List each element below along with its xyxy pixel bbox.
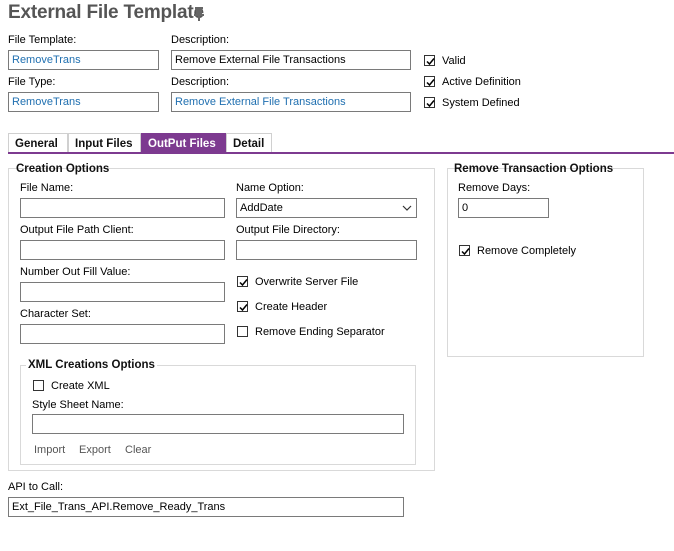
tab-input-files[interactable]: Input Files [68, 133, 141, 153]
checkmark-icon [426, 79, 435, 87]
checkmark-icon [239, 279, 248, 287]
page-title: External File Template [8, 2, 204, 23]
remove-ending-separator-checkbox[interactable] [237, 326, 248, 337]
overwrite-server-file-label: Overwrite Server File [255, 276, 359, 288]
output-path-client-label: Output File Path Client: [20, 224, 134, 236]
xml-options-title: XML Creations Options [26, 359, 157, 371]
remove-options-group [447, 168, 644, 357]
name-option-select[interactable]: AddDate [236, 198, 417, 218]
remove-completely-label: Remove Completely [477, 245, 577, 257]
tab-output-files[interactable]: OutPut Files [141, 133, 226, 153]
create-header-checkbox[interactable] [237, 301, 248, 312]
style-sheet-label: Style Sheet Name: [32, 399, 124, 411]
name-option-value: AddDate [240, 202, 283, 214]
description-label: Description: [171, 34, 230, 46]
file-type-description-label: Description: [171, 76, 230, 88]
pin-icon[interactable] [192, 6, 206, 22]
file-name-label: File Name: [20, 182, 74, 194]
number-fill-input[interactable] [20, 282, 225, 302]
valid-label: Valid [442, 55, 466, 67]
description-field[interactable]: Remove External File Transactions [171, 50, 411, 70]
active-definition-checkbox[interactable] [424, 76, 435, 87]
import-button[interactable]: Import [34, 444, 65, 456]
output-directory-input[interactable] [236, 240, 417, 260]
system-defined-checkbox[interactable] [424, 97, 435, 108]
api-input[interactable]: Ext_File_Trans_API.Remove_Ready_Trans [8, 497, 404, 517]
api-label: API to Call: [8, 481, 64, 493]
clear-button[interactable]: Clear [125, 444, 151, 456]
creation-options-title: Creation Options [16, 163, 110, 175]
character-set-label: Character Set: [20, 308, 91, 320]
tab-detail[interactable]: Detail [226, 133, 272, 153]
active-definition-label: Active Definition [442, 76, 521, 88]
file-template-label: File Template: [8, 34, 77, 46]
checkmark-icon [426, 100, 435, 108]
checkmark-icon [461, 248, 470, 256]
valid-checkbox[interactable] [424, 55, 435, 66]
character-set-input[interactable] [20, 324, 225, 344]
tab-general[interactable]: General [8, 133, 68, 153]
create-xml-checkbox[interactable] [33, 380, 44, 391]
file-name-input[interactable] [20, 198, 225, 218]
system-defined-label: System Defined [442, 97, 520, 109]
output-directory-label: Output File Directory: [236, 224, 340, 236]
file-type-label: File Type: [8, 76, 56, 88]
file-type-field[interactable]: RemoveTrans [8, 92, 159, 112]
remove-days-input[interactable]: 0 [458, 198, 549, 218]
style-sheet-input[interactable] [32, 414, 404, 434]
remove-options-title: Remove Transaction Options [454, 163, 614, 175]
remove-ending-separator-label: Remove Ending Separator [255, 326, 385, 338]
number-fill-label: Number Out Fill Value: [20, 266, 131, 278]
create-xml-label: Create XML [51, 380, 110, 392]
chevron-down-icon [402, 205, 412, 211]
remove-days-label: Remove Days: [458, 182, 531, 194]
file-type-description-field[interactable]: Remove External File Transactions [171, 92, 411, 112]
output-path-client-input[interactable] [20, 240, 225, 260]
tab-underline [8, 152, 674, 154]
remove-completely-checkbox[interactable] [459, 245, 470, 256]
create-header-label: Create Header [255, 301, 328, 313]
checkmark-icon [426, 58, 435, 66]
overwrite-server-file-checkbox[interactable] [237, 276, 248, 287]
export-button[interactable]: Export [79, 444, 111, 456]
file-template-field[interactable]: RemoveTrans [8, 50, 159, 70]
name-option-label: Name Option: [236, 182, 304, 194]
checkmark-icon [239, 304, 248, 312]
